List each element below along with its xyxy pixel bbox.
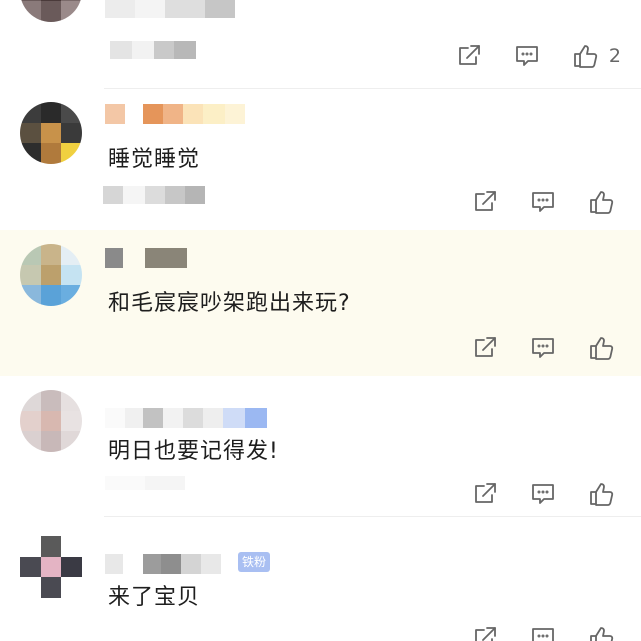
timestamp-blurred xyxy=(103,186,205,204)
comment-actions: 2 xyxy=(431,40,621,72)
username-blurred[interactable] xyxy=(105,554,221,574)
comment-text: 睡觉睡觉 xyxy=(108,147,201,172)
divider xyxy=(104,516,641,517)
comment-icon[interactable] xyxy=(523,622,563,641)
comment-item: 睡觉睡觉 xyxy=(0,90,641,230)
comment-actions xyxy=(447,186,621,218)
like-button[interactable]: 2 xyxy=(565,40,621,72)
comment-item: 明日也要记得发! xyxy=(0,376,641,522)
share-icon[interactable] xyxy=(465,332,505,364)
timestamp-blurred xyxy=(110,41,196,59)
username-blurred[interactable] xyxy=(105,248,187,268)
thumbs-up-icon[interactable] xyxy=(581,186,621,218)
thumbs-up-icon[interactable] xyxy=(565,40,605,72)
thumbs-up-icon[interactable] xyxy=(581,332,621,364)
username-blurred[interactable] xyxy=(105,408,267,428)
comment-actions xyxy=(447,332,621,364)
comment-icon[interactable] xyxy=(523,332,563,364)
username-blurred[interactable] xyxy=(105,104,245,124)
timestamp-blurred xyxy=(105,476,185,490)
share-icon[interactable] xyxy=(465,186,505,218)
share-icon[interactable] xyxy=(465,622,505,641)
comment-item: 2 xyxy=(0,0,641,90)
comment-actions xyxy=(447,478,621,510)
comment-icon[interactable] xyxy=(523,478,563,510)
comment-item: 铁粉 来了宝贝 xyxy=(0,522,641,641)
username-blurred[interactable] xyxy=(105,0,235,18)
avatar[interactable] xyxy=(20,390,82,452)
like-count: 2 xyxy=(608,45,621,67)
thumbs-up-icon[interactable] xyxy=(581,478,621,510)
comment-actions xyxy=(447,622,621,641)
comment-text: 来了宝贝 xyxy=(108,585,201,610)
thumbs-up-icon[interactable] xyxy=(581,622,621,641)
avatar[interactable] xyxy=(20,244,82,306)
avatar[interactable] xyxy=(20,0,82,22)
share-icon[interactable] xyxy=(465,478,505,510)
avatar[interactable] xyxy=(20,536,82,598)
fan-badge: 铁粉 xyxy=(238,552,271,572)
comment-icon[interactable] xyxy=(523,186,563,218)
avatar[interactable] xyxy=(20,102,82,164)
comment-item: 和毛宸宸吵架跑出来玩? xyxy=(0,230,641,376)
comment-icon[interactable] xyxy=(507,40,547,72)
comment-text: 和毛宸宸吵架跑出来玩? xyxy=(108,291,351,316)
divider xyxy=(104,88,641,89)
comment-text: 明日也要记得发! xyxy=(108,439,279,464)
share-icon[interactable] xyxy=(449,40,489,72)
